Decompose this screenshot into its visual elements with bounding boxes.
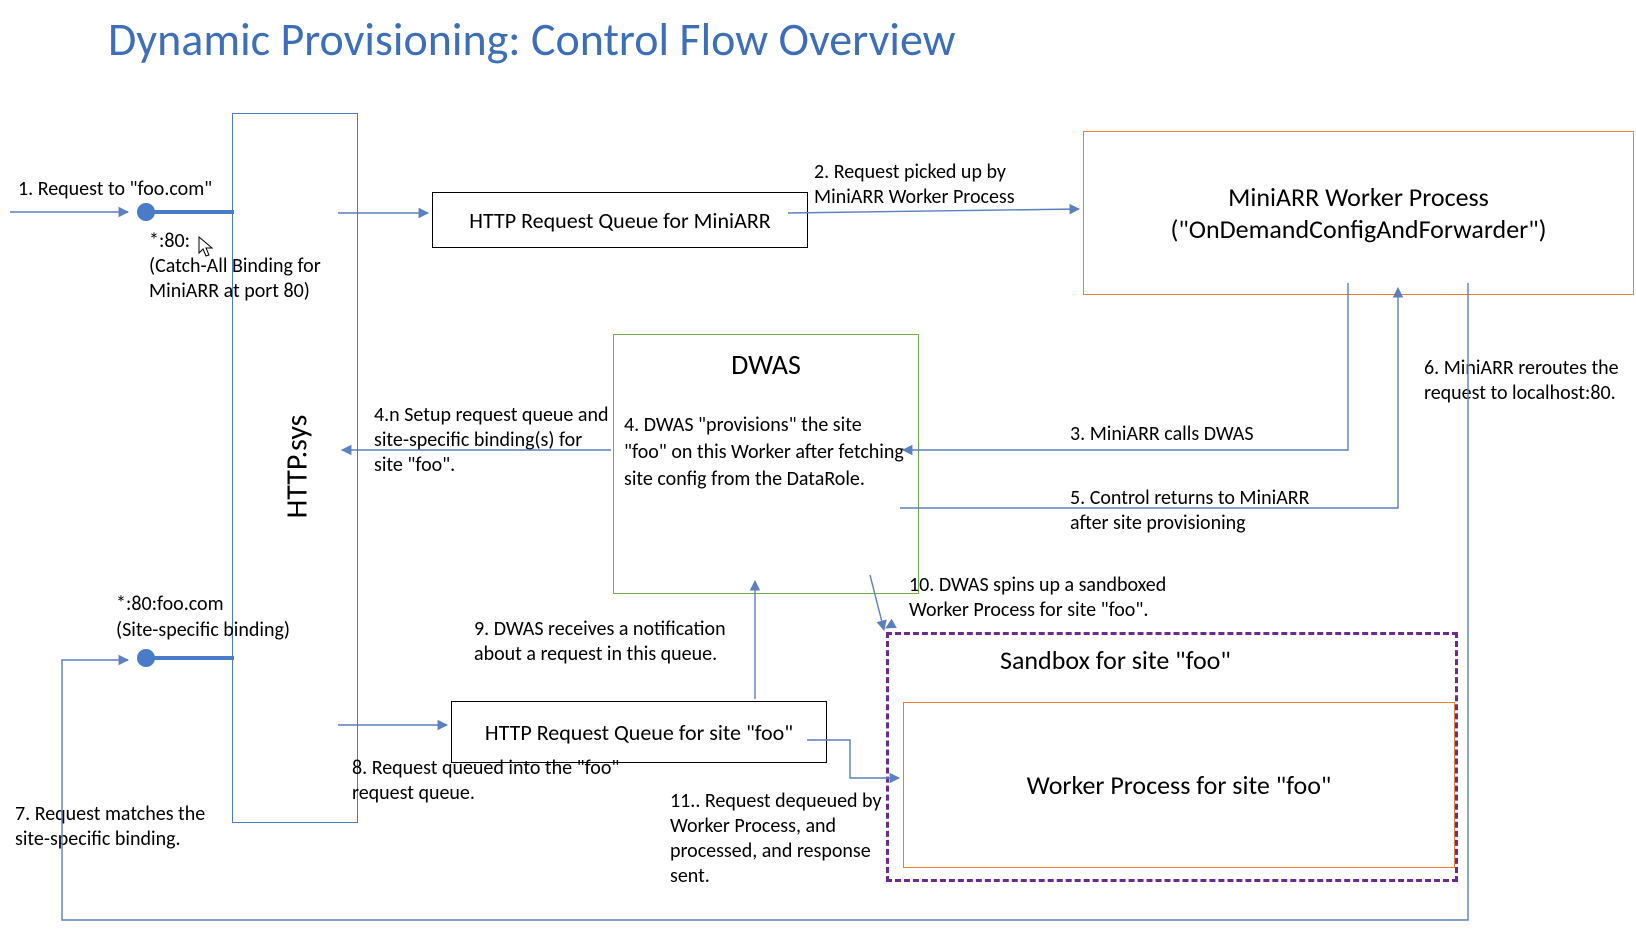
box-miniarr-worker: MiniARR Worker Process ("OnDemandConfigA… — [1083, 131, 1634, 295]
box-foo-queue: HTTP Request Queue for site "foo" — [451, 701, 827, 763]
box-miniarr-queue: HTTP Request Queue for MiniARR — [432, 192, 808, 248]
sandbox-title: Sandbox for site "foo" — [1000, 644, 1231, 677]
label-bind2b: (Site-specific binding) — [116, 618, 290, 643]
label-step8: 8. Request queued into the "foo" request… — [352, 756, 652, 806]
label-step9: 9. DWAS receives a notification about a … — [474, 617, 754, 667]
box-dwas: DWAS 4. DWAS "provisions" the site "foo"… — [613, 334, 919, 594]
miniarr-worker-line2: ("OnDemandConfigAndForwarder") — [1170, 213, 1546, 245]
dwas-title: DWAS — [731, 347, 801, 382]
binding-lollipop-1 — [140, 210, 234, 214]
label-step6: 6. MiniARR reroutes the request to local… — [1424, 356, 1634, 406]
label-httpsys: HTTP.sys — [278, 415, 315, 519]
label-step10: 10. DWAS spins up a sandboxed Worker Pro… — [909, 573, 1209, 623]
label-step5: 5. Control returns to MiniARR after site… — [1070, 486, 1340, 536]
label-bind1a: *:80: — [149, 229, 190, 254]
label-step1: 1. Request to "foo.com" — [18, 177, 212, 202]
label-bind1b: (Catch-All Binding for MiniARR at port 8… — [149, 254, 349, 304]
page-title: Dynamic Provisioning: Control Flow Overv… — [108, 12, 956, 68]
binding-lollipop-2 — [140, 656, 234, 660]
miniarr-worker-line1: MiniARR Worker Process — [1228, 181, 1489, 213]
label-step11: 11.. Request dequeued by Worker Process,… — [670, 789, 890, 889]
label-step7: 7. Request matches the site-specific bin… — [15, 802, 235, 852]
label-step2: 2. Request picked up by MiniARR Worker P… — [814, 160, 1054, 210]
label-step4n: 4.n Setup request queue and site-specifi… — [374, 403, 614, 478]
dwas-body: 4. DWAS "provisions" the site "foo" on t… — [610, 412, 922, 493]
label-bind2a: *:80:foo.com — [116, 592, 224, 617]
box-worker-foo: Worker Process for site "foo" — [903, 702, 1455, 868]
label-step3: 3. MiniARR calls DWAS — [1070, 422, 1254, 447]
